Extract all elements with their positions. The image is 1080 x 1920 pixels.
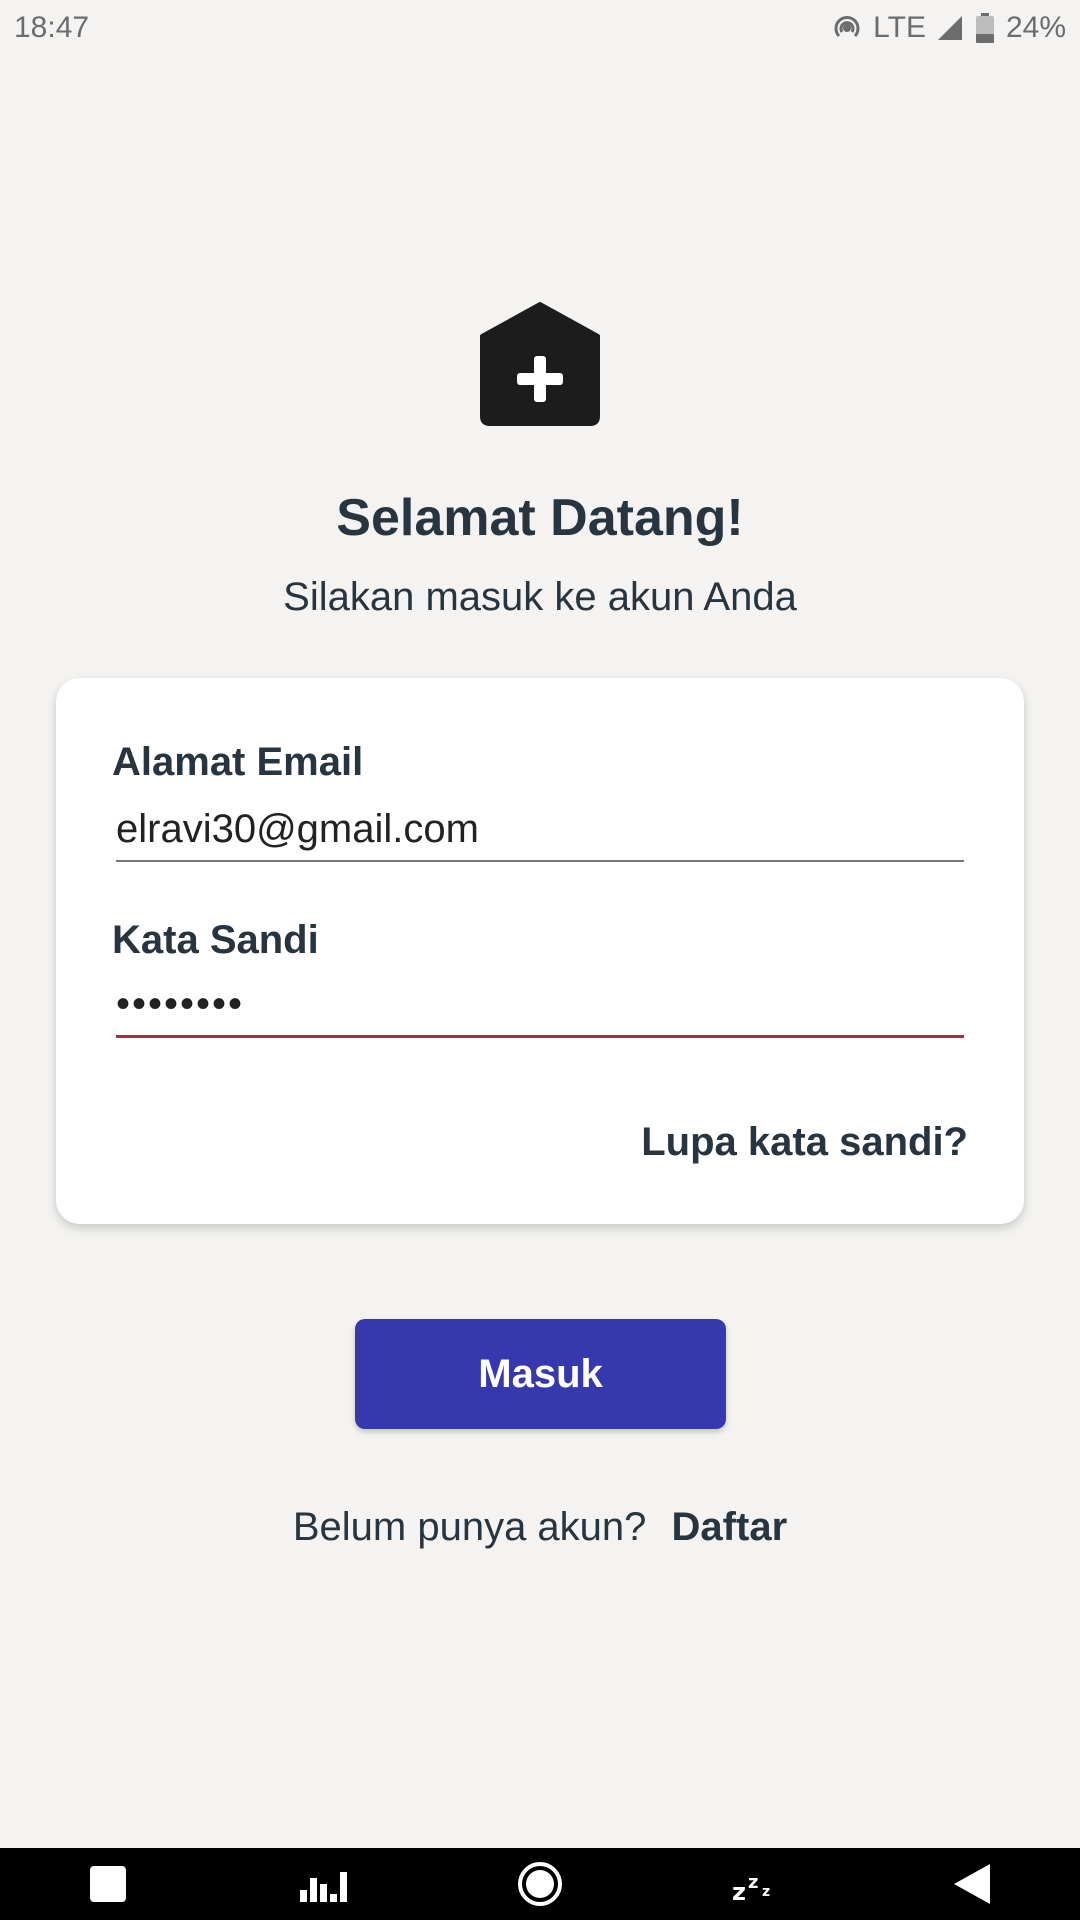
login-button[interactable]: Masuk — [355, 1319, 726, 1429]
status-bar: 18:47 LTE 24% — [0, 0, 1080, 56]
status-icons: LTE 24% — [831, 11, 1066, 45]
logo — [0, 300, 1080, 431]
house-plus-icon — [478, 300, 602, 431]
page-subtitle: Silakan masuk ke akun Anda — [283, 575, 797, 619]
signup-prompt: Belum punya akun? — [292, 1505, 647, 1549]
sleep-icon[interactable]: z z z — [716, 1848, 796, 1920]
bar-chart-icon[interactable] — [284, 1848, 364, 1920]
circle-home-icon[interactable] — [500, 1848, 580, 1920]
email-label: Alamat Email — [112, 740, 364, 784]
page-title: Selamat Datang! — [336, 489, 744, 547]
signal-icon — [936, 14, 964, 42]
login-card: Alamat Email elravi30@gmail.com Kata San… — [56, 678, 1024, 1224]
password-label: Kata Sandi — [112, 918, 319, 962]
svg-text:z: z — [748, 1872, 758, 1893]
navigation-bar: z z z — [0, 1848, 1080, 1920]
back-triangle-icon[interactable] — [932, 1848, 1012, 1920]
signup-link[interactable]: Daftar — [672, 1505, 788, 1549]
svg-text:z: z — [732, 1878, 746, 1904]
forgot-password-link[interactable]: Lupa kata sandi? — [641, 1120, 968, 1165]
hotspot-icon — [831, 12, 863, 44]
email-field[interactable]: elravi30@gmail.com — [116, 796, 964, 862]
signup-row: Belum punya akun? Daftar — [0, 1505, 1080, 1550]
battery-icon — [974, 12, 996, 44]
network-type: LTE — [873, 11, 926, 44]
battery-percent: 24% — [1005, 11, 1066, 44]
status-time: 18:47 — [14, 11, 90, 44]
password-field[interactable]: •••••••• — [116, 972, 964, 1038]
svg-text:z: z — [762, 1884, 770, 1900]
square-icon[interactable] — [68, 1848, 148, 1920]
